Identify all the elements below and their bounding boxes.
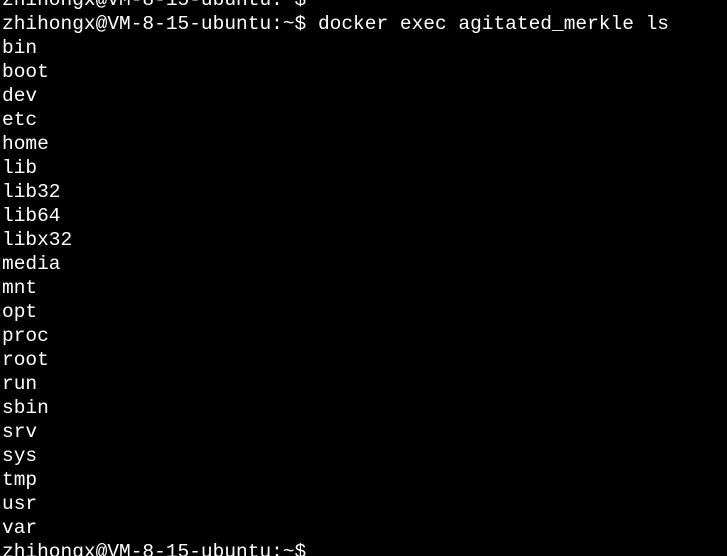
output-line: srv <box>2 421 38 443</box>
partial-top-line: zhihongx@VM-8-15-ubuntu:~$ <box>2 0 669 12</box>
output-line: media <box>2 253 61 275</box>
command-prompt: zhihongx@VM-8-15-ubuntu:~$ <box>2 13 307 35</box>
output-line: lib64 <box>2 205 61 227</box>
command-line: zhihongx@VM-8-15-ubuntu:~$ docker exec a… <box>2 12 669 36</box>
output-line: lib32 <box>2 181 61 203</box>
output-line: lib <box>2 157 38 179</box>
final-prompt-line[interactable]: zhihongx@VM-8-15-ubuntu:~$ <box>2 540 669 556</box>
final-prompt: zhihongx@VM-8-15-ubuntu:~$ <box>2 541 307 556</box>
output-line: proc <box>2 325 49 347</box>
output-line: sys <box>2 445 38 467</box>
output-line: usr <box>2 493 38 515</box>
output-line: tmp <box>2 469 38 491</box>
output-line: home <box>2 133 49 155</box>
terminal-lines: zhihongx@VM-8-15-ubuntu:~$ zhihongx@VM-8… <box>2 0 669 556</box>
output-line: opt <box>2 301 38 323</box>
output-line: libx32 <box>2 229 73 251</box>
command-text: docker exec agitated_merkle ls <box>306 13 670 35</box>
partial-top-prompt: zhihongx@VM-8-15-ubuntu:~$ <box>2 0 307 11</box>
text-cursor <box>306 540 317 556</box>
command-output: bin boot dev etc home lib lib32 lib64 libx32 medi… <box>2 36 669 540</box>
output-line: run <box>2 373 38 395</box>
output-line: mnt <box>2 277 38 299</box>
output-line: root <box>2 349 49 371</box>
output-line: sbin <box>2 397 49 419</box>
output-line: var <box>2 517 38 539</box>
terminal-window[interactable]: zhihongx@VM-8-15-ubuntu:~$ zhihongx@VM-8… <box>0 0 727 556</box>
output-line: etc <box>2 109 38 131</box>
output-line: bin <box>2 37 38 59</box>
output-line: dev <box>2 85 38 107</box>
output-line: boot <box>2 61 49 83</box>
